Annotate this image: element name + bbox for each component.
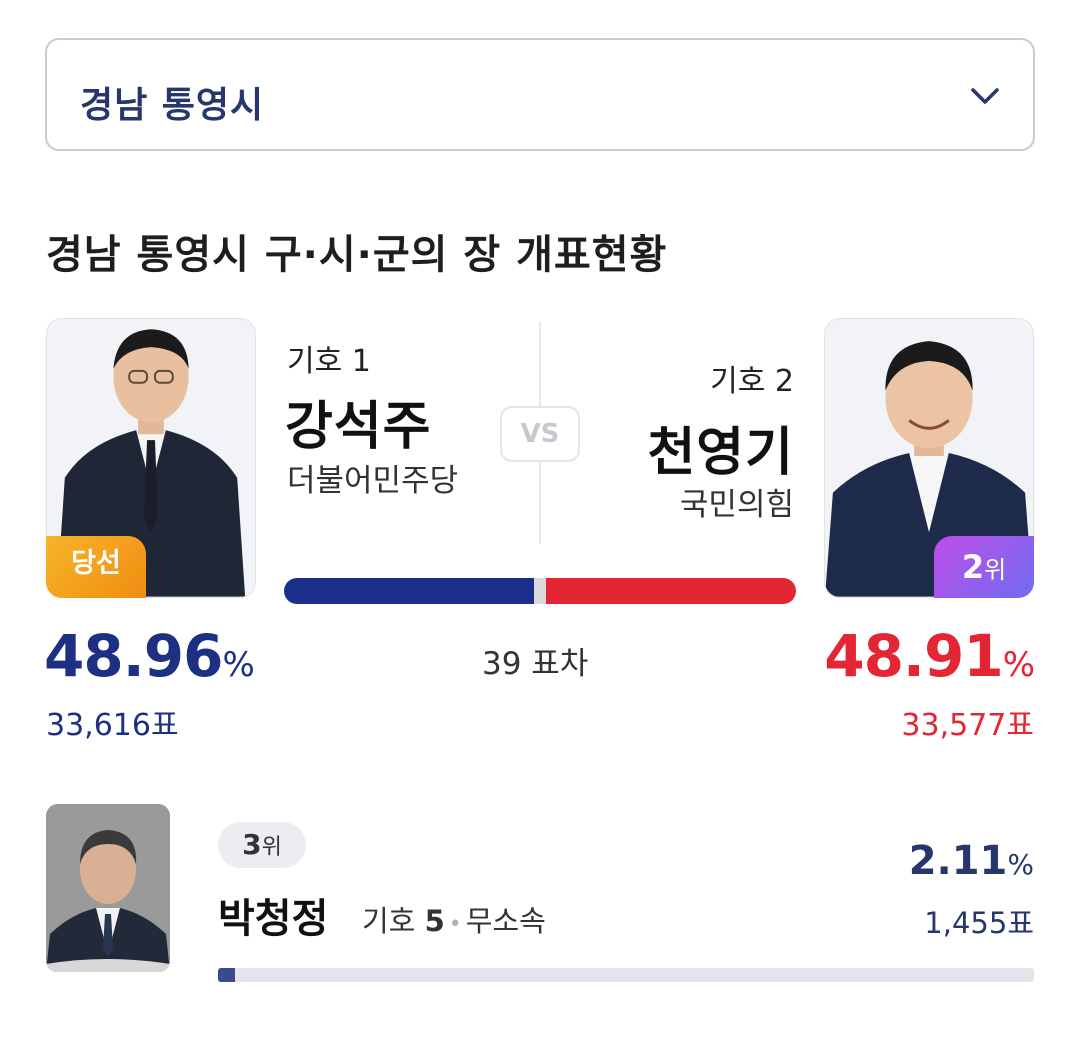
candidate-2-percent: 48.91%	[824, 622, 1035, 690]
candidate-2-votes: 33,577표	[901, 708, 1034, 743]
candidate-3-name: 박청정	[218, 896, 329, 942]
candidate-1-party: 더불어민주당	[287, 463, 459, 499]
rank-2-suffix: 위	[984, 556, 1007, 584]
region-select[interactable]: 경남 통영시	[45, 38, 1035, 151]
candidate-3-number-prefix: 기호	[362, 904, 416, 938]
candidate-3-meta: 기호 5 • 무소속	[362, 898, 546, 940]
candidate-2-party: 국민의힘	[679, 487, 794, 523]
region-select-value: 경남 통영시	[80, 85, 265, 126]
rank-2-number: 2	[961, 548, 985, 586]
candidate-3-number: 5	[424, 904, 445, 938]
rank-3-badge: 3위	[218, 822, 306, 868]
candidate-3-percent-unit: %	[1007, 848, 1034, 881]
candidate-3-share-fill	[218, 968, 235, 982]
candidate-1-percent-value: 48.96	[44, 622, 223, 690]
candidate-2-percent-value: 48.91	[824, 622, 1003, 690]
candidate-3-percent: 2.11%	[909, 838, 1034, 884]
candidate-1-name: 강석주	[285, 397, 432, 457]
rank-3-suffix: 위	[261, 835, 282, 860]
vote-share-bar-gap	[534, 578, 546, 604]
vote-share-bar-party1	[284, 578, 534, 604]
candidate-3-share-bar	[218, 968, 1034, 982]
rank-2-badge: 2위	[934, 536, 1034, 598]
candidate-1-number: 기호 1	[287, 344, 371, 379]
candidate-1-percent: 48.96%	[44, 622, 255, 690]
candidate-3-percent-value: 2.11	[908, 838, 1008, 884]
candidate-2-name: 천영기	[647, 423, 794, 483]
separator-dot: •	[448, 912, 462, 937]
candidate-3-party: 무소속	[465, 904, 546, 938]
candidate-1-percent-unit: %	[222, 645, 254, 685]
vs-label: VS	[500, 406, 580, 462]
vote-margin: 39 표차	[482, 646, 589, 682]
candidate-3-votes: 1,455표	[924, 906, 1034, 940]
section-title: 경남 통영시 구·시·군의 장 개표현황	[46, 232, 668, 278]
candidate-1-votes: 33,616표	[46, 708, 179, 743]
winner-badge: 당선	[46, 536, 146, 598]
vote-share-bar-party2	[546, 578, 796, 604]
vote-share-bar	[284, 578, 796, 604]
candidate-2-percent-unit: %	[1002, 645, 1035, 685]
chevron-down-icon	[971, 88, 999, 104]
rank-3-number: 3	[242, 828, 262, 861]
candidate-2-number: 기호 2	[710, 364, 794, 399]
candidate-3-photo	[46, 804, 170, 972]
